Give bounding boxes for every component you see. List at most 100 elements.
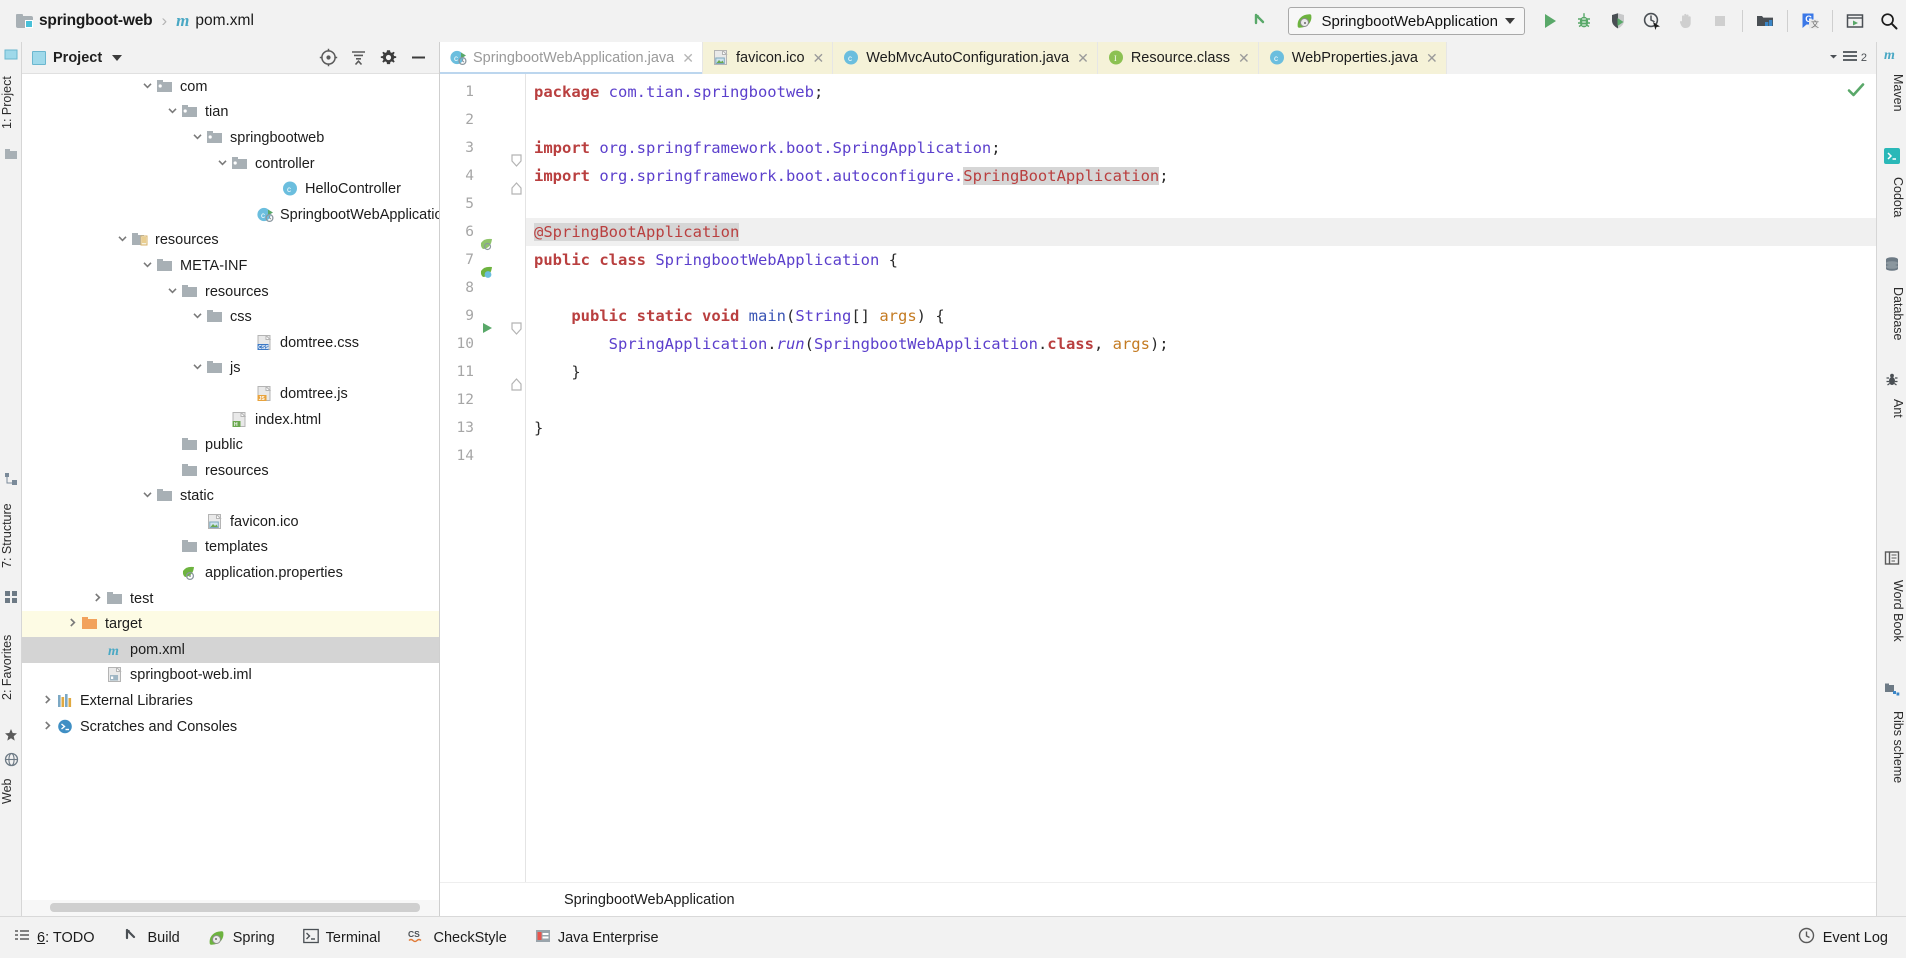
tree-item-pom-xml[interactable]: mpom.xml (22, 637, 439, 663)
close-icon[interactable]: ✕ (682, 50, 694, 67)
editor-tab-webproperties-java[interactable]: cWebProperties.java✕ (1259, 42, 1447, 74)
gutter-line[interactable]: 4 (440, 162, 526, 190)
tree-item-domtree-css[interactable]: CSSdomtree.css (22, 330, 439, 356)
gutter-line[interactable]: 13 (440, 414, 526, 442)
tree-item-controller[interactable]: controller (22, 151, 439, 177)
chevron-down-icon[interactable] (137, 488, 157, 504)
code-line[interactable]: import org.springframework.boot.autoconf… (526, 162, 1876, 190)
navigate-back-arrow-button[interactable] (1244, 4, 1278, 38)
project-horizontal-scrollbar[interactable] (22, 900, 439, 916)
tree-item-favicon-ico[interactable]: favicon.ico (22, 509, 439, 535)
tree-item-js[interactable]: js (22, 356, 439, 382)
tabs-list-icon[interactable] (1842, 49, 1858, 67)
close-icon[interactable]: ✕ (813, 50, 825, 67)
project-tree[interactable]: comtianspringbootwebcontrollercHelloCont… (22, 74, 439, 898)
right-tool-codota[interactable]: Codota (1879, 166, 1905, 228)
tree-item-meta-inf[interactable]: META-INF (22, 253, 439, 279)
tree-item-springbootweb[interactable]: springbootweb (22, 125, 439, 151)
code-editor[interactable]: 1234567891011121314 package com.tian.spr… (440, 74, 1876, 882)
tree-item-static[interactable]: static (22, 484, 439, 510)
gutter-line[interactable]: 1 (440, 78, 526, 106)
tree-item-com[interactable]: com (22, 74, 439, 100)
gutter-line[interactable]: 11 (440, 358, 526, 386)
code-line[interactable]: } (526, 358, 1876, 386)
right-tool-ant[interactable]: Ant (1879, 390, 1905, 426)
code-line[interactable] (526, 386, 1876, 414)
tree-item-scratches-and-consoles[interactable]: Scratches and Consoles (22, 714, 439, 740)
chevron-down-icon[interactable] (137, 79, 157, 95)
tree-item-index-html[interactable]: Hindex.html (22, 407, 439, 433)
editor-gutter[interactable]: 1234567891011121314 (440, 74, 526, 882)
chevron-down-icon[interactable] (112, 232, 132, 248)
chevron-down-icon[interactable] (187, 130, 207, 146)
code-line[interactable]: @SpringBootApplication (526, 218, 1876, 246)
editor-tab-springbootwebapplication-java[interactable]: cSpringbootWebApplication.java✕ (440, 42, 703, 74)
code-line[interactable] (526, 274, 1876, 302)
tree-item-target[interactable]: target (22, 611, 439, 637)
search-everywhere-button[interactable] (1872, 4, 1906, 38)
editor-tab-favicon-ico[interactable]: favicon.ico✕ (703, 42, 833, 74)
tree-item-test[interactable]: test (22, 586, 439, 612)
settings-button[interactable] (375, 45, 401, 71)
right-tool-database[interactable]: Database (1879, 274, 1905, 354)
code-line[interactable]: } (526, 414, 1876, 442)
gutter-line[interactable]: 5 (440, 190, 526, 218)
code-line[interactable]: SpringApplication.run(SpringbootWebAppli… (526, 330, 1876, 358)
gutter-line[interactable]: 6 (440, 218, 526, 246)
code-line[interactable]: package com.tian.springbootweb; (526, 78, 1876, 106)
scrollbar-thumb[interactable] (50, 903, 420, 912)
tree-item-hellocontroller[interactable]: cHelloController (22, 176, 439, 202)
close-icon[interactable]: ✕ (1426, 50, 1438, 67)
hide-panel-button[interactable] (405, 45, 431, 71)
close-icon[interactable]: ✕ (1238, 50, 1250, 67)
tree-item-springboot-web-iml[interactable]: springboot-web.iml (22, 663, 439, 689)
tree-item-resources[interactable]: resources (22, 228, 439, 254)
chevron-down-icon[interactable] (112, 55, 122, 61)
status-build[interactable]: Build (109, 927, 194, 949)
breadcrumb-file[interactable]: pom.xml (195, 12, 254, 30)
chevron-down-icon[interactable] (162, 104, 182, 120)
code-line[interactable] (526, 190, 1876, 218)
chevron-right-icon[interactable] (37, 719, 57, 735)
gutter-line[interactable]: 3 (440, 134, 526, 162)
gutter-line[interactable]: 8 (440, 274, 526, 302)
left-tool-project[interactable]: 1: Project (0, 64, 22, 142)
gutter-line[interactable]: 12 (440, 386, 526, 414)
tree-item-css[interactable]: css (22, 304, 439, 330)
chevron-down-icon[interactable] (162, 284, 182, 300)
status-terminal[interactable]: Terminal (289, 928, 395, 948)
status-checkstyle[interactable]: CS CheckStyle (394, 928, 520, 948)
stop-button[interactable] (1703, 4, 1737, 38)
inspection-status-icon[interactable] (1846, 80, 1866, 105)
profiler-button[interactable] (1635, 4, 1669, 38)
breadcrumb-project[interactable]: springboot-web (39, 12, 152, 30)
code-line[interactable] (526, 106, 1876, 134)
tree-item-tian[interactable]: tian (22, 100, 439, 126)
tree-item-public[interactable]: public (22, 432, 439, 458)
gutter-line[interactable]: 2 (440, 106, 526, 134)
chevron-right-icon[interactable] (37, 693, 57, 709)
run-with-coverage-button[interactable] (1601, 4, 1635, 38)
chevron-down-icon[interactable] (1828, 49, 1839, 67)
locate-button[interactable] (315, 45, 341, 71)
editor-tab-webmvcautoconfiguration-java[interactable]: cWebMvcAutoConfiguration.java✕ (833, 42, 1098, 74)
code-content[interactable]: package com.tian.springbootweb; import or… (526, 74, 1876, 882)
gutter-line[interactable]: 9 (440, 302, 526, 330)
preview-button[interactable] (1838, 4, 1872, 38)
code-line[interactable]: public class SpringbootWebApplication { (526, 246, 1876, 274)
status-java-enterprise[interactable]: Java Enterprise (521, 928, 673, 948)
tree-item-springbootwebapplicatio[interactable]: cSpringbootWebApplicatio (22, 202, 439, 228)
run-button[interactable] (1533, 4, 1567, 38)
stop-hand-button[interactable] (1669, 4, 1703, 38)
chevron-right-icon[interactable] (87, 591, 107, 607)
left-tool-structure[interactable]: 7: Structure (0, 488, 22, 584)
tree-item-resources[interactable]: resources (22, 458, 439, 484)
code-line[interactable]: public static void main(String[] args) { (526, 302, 1876, 330)
right-tool-word-book[interactable]: Word Book (1879, 568, 1905, 654)
gutter-line[interactable]: 10 (440, 330, 526, 358)
status-todo[interactable]: 6: TODO (0, 928, 109, 948)
translate-button[interactable]: G 文 (1793, 4, 1827, 38)
chevron-down-icon[interactable] (187, 360, 207, 376)
gutter-line[interactable]: 14 (440, 442, 526, 470)
left-tool-web[interactable]: Web (0, 768, 22, 814)
